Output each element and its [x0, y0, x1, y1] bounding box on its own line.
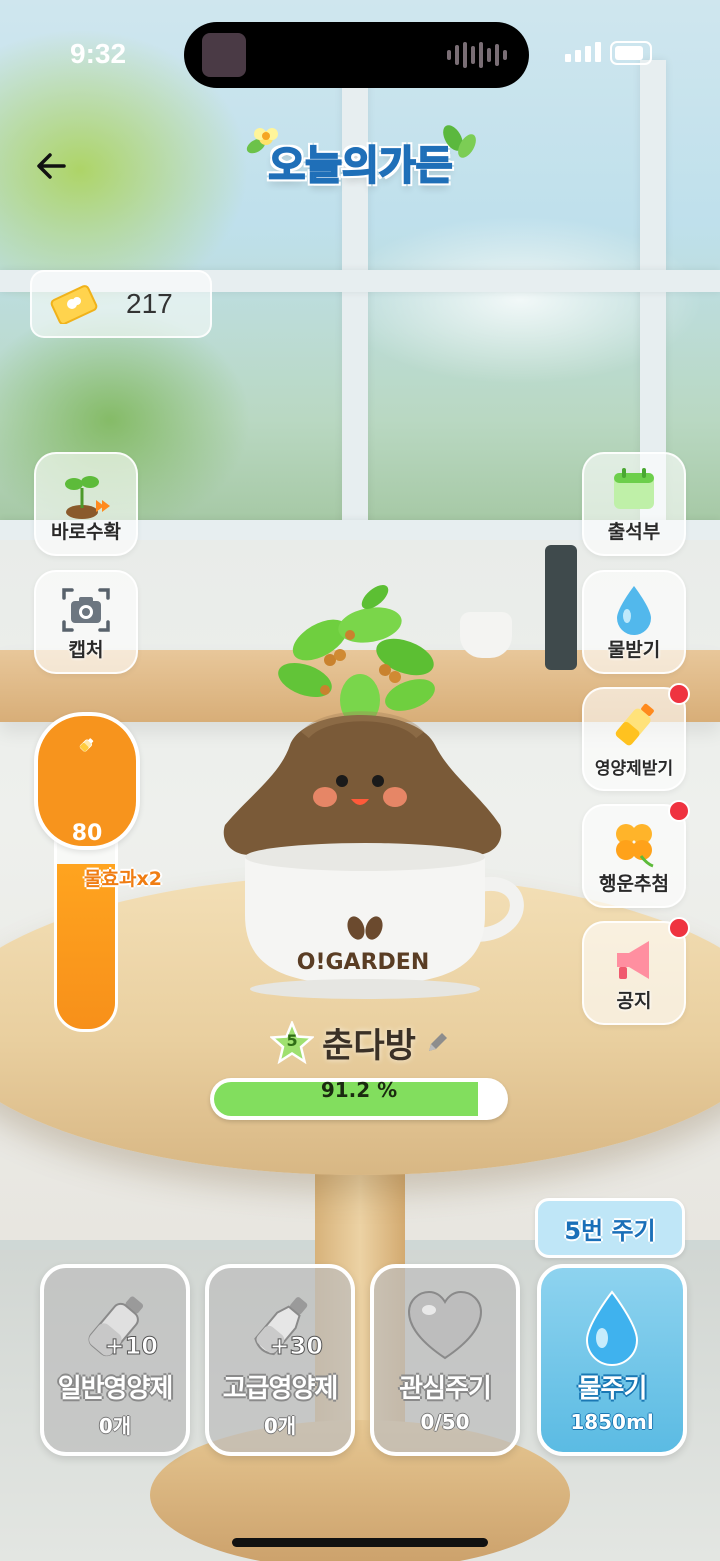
now-playing-thumbnail — [202, 33, 246, 77]
capture-label: 캡처 — [68, 639, 104, 661]
water-drop-icon — [585, 1290, 639, 1366]
instant-harvest-button[interactable]: 바로수확 — [34, 452, 138, 556]
dynamic-island — [184, 22, 529, 88]
camera-icon — [62, 588, 110, 632]
get-nutrient-button[interactable]: 영양제받기 — [582, 683, 690, 791]
notice-button[interactable]: 공지 — [582, 917, 690, 1025]
instant-harvest-label: 바로수확 — [51, 521, 121, 543]
growth-progress-text: 91.2 % — [320, 1078, 398, 1102]
growth-progress-bar: 91.2 % — [210, 1078, 508, 1120]
logo-text: 오늘의가든 — [268, 142, 454, 190]
nutrient-gauge-head[interactable]: 80 — [34, 712, 140, 850]
lucky-ticket-counter[interactable]: 217 — [30, 270, 212, 338]
lucky-draw-button[interactable]: 행운추첨 — [582, 800, 690, 908]
flower-leaf-icon — [246, 128, 278, 154]
decor-bottle — [545, 545, 577, 670]
premium-nutrient-title: 고급영양제 — [222, 1374, 339, 1404]
cycle-badge: 5번 주기 — [535, 1198, 685, 1258]
water-plant-title: 물주기 — [577, 1374, 648, 1404]
back-arrow-icon[interactable] — [32, 146, 72, 186]
nutrient-amount: +30 — [269, 1332, 324, 1361]
attendance-label: 출석부 — [607, 521, 661, 543]
basic-nutrient-button[interactable]: +10 일반영양제 0개 — [40, 1264, 190, 1456]
clover-icon — [616, 824, 654, 868]
water-plant-button[interactable]: 물주기 1850ml — [537, 1264, 687, 1456]
notification-dot — [668, 800, 690, 822]
battery-icon — [610, 41, 652, 65]
basic-nutrient-title: 일반영양제 — [57, 1374, 174, 1404]
heart-icon — [407, 1290, 483, 1360]
gauge-value: 80 — [71, 821, 103, 846]
get-water-label: 물받기 — [607, 639, 661, 661]
attendance-button[interactable]: 출석부 — [582, 452, 686, 556]
home-indicator — [232, 1538, 488, 1547]
plant-body — [223, 715, 502, 855]
nutrient-amount: +10 — [104, 1332, 159, 1361]
plant-name-row: 5 춘다방 — [0, 1018, 720, 1067]
audio-wave-icon — [447, 42, 507, 68]
ticket-icon — [50, 285, 98, 324]
water-drop-icon — [617, 586, 651, 635]
ticket-count: 217 — [126, 288, 173, 319]
edit-pencil-icon[interactable] — [424, 1030, 450, 1056]
water-amount: 1850ml — [570, 1410, 654, 1434]
plant-leaves — [278, 585, 435, 726]
level-star-badge: 5 — [268, 1019, 316, 1065]
nutrient-bottle-icon — [79, 738, 94, 752]
give-attention-button[interactable]: 관심주기 0/50 — [370, 1264, 520, 1456]
app-logo: 오늘의가든 — [238, 122, 483, 202]
coffee-cup-pot: O!GARDEN — [245, 843, 524, 999]
premium-nutrient-button[interactable]: +30 고급영양제 0개 — [205, 1264, 355, 1456]
plant-character[interactable]: O!GARDEN — [210, 585, 530, 1005]
level-number: 5 — [286, 1030, 298, 1050]
plant-name: 춘다방 — [322, 1026, 416, 1066]
water-effect-label: 물효과x2 — [84, 868, 162, 890]
notice-label: 공지 — [616, 990, 652, 1012]
signal-icon — [565, 42, 601, 62]
megaphone-icon — [617, 941, 649, 979]
leaf-icon — [443, 125, 476, 158]
lucky-draw-label: 행운추첨 — [599, 873, 669, 895]
get-water-button[interactable]: 물받기 — [582, 570, 686, 674]
notification-dot — [668, 683, 690, 705]
give-attention-count: 0/50 — [420, 1410, 470, 1434]
get-nutrient-label: 영양제받기 — [594, 759, 674, 779]
basic-nutrient-count: 0개 — [98, 1414, 132, 1438]
pot-label: O!GARDEN — [297, 950, 429, 975]
sprout-arrow-icon — [65, 476, 110, 519]
capture-button[interactable]: 캡처 — [34, 570, 138, 674]
give-attention-title: 관심주기 — [399, 1374, 492, 1404]
calendar-icon — [614, 468, 654, 509]
notification-dot — [668, 917, 690, 939]
status-time: 9:32 — [70, 38, 127, 69]
nutrient-bottle-icon — [615, 703, 654, 746]
premium-nutrient-count: 0개 — [263, 1414, 297, 1438]
